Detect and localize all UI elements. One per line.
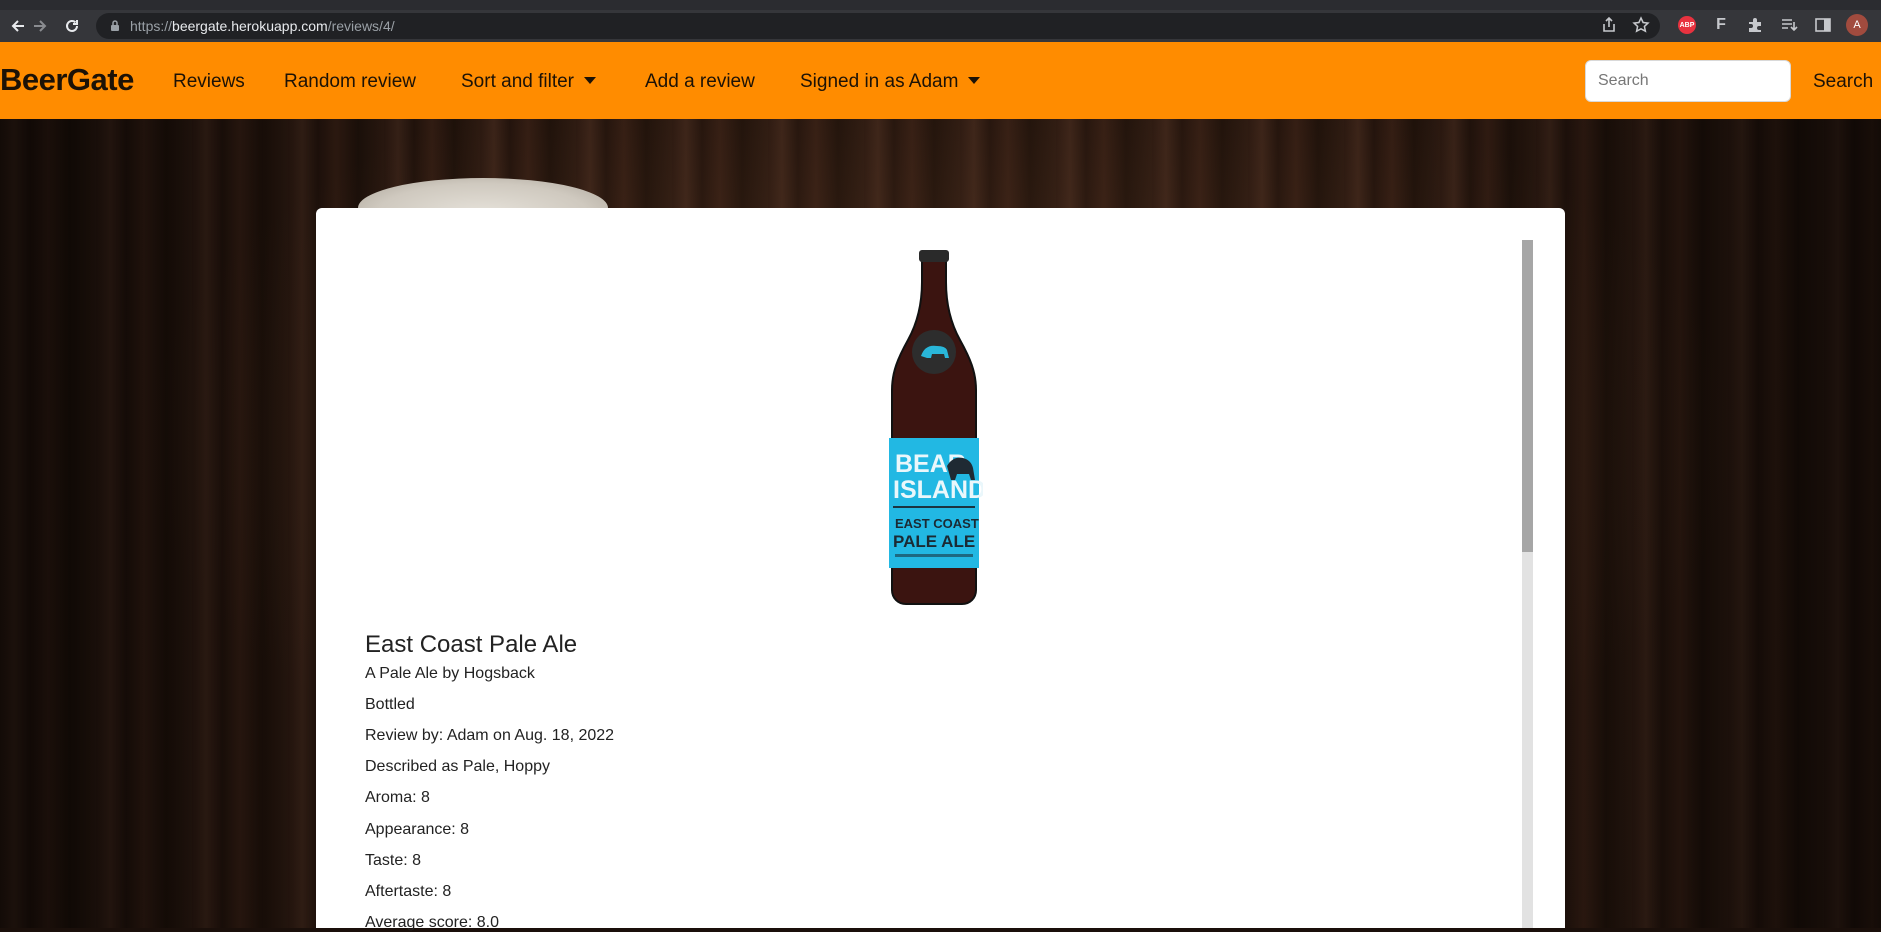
nav-user-menu[interactable]: Signed in as Adam: [800, 71, 981, 93]
description-line: Described as Pale, Hoppy: [365, 758, 550, 775]
chevron-down-icon: [968, 77, 981, 84]
beer-style-brewery: A Pale Ale by Hogsback: [365, 665, 535, 682]
forward-icon[interactable]: [22, 10, 58, 42]
bookmark-star-icon[interactable]: [1632, 16, 1650, 34]
svg-text:ISLAND: ISLAND: [893, 476, 983, 504]
chevron-down-icon: [584, 77, 596, 84]
search-button[interactable]: Search: [1813, 71, 1873, 93]
aftertaste-score: Aftertaste: 8: [365, 883, 452, 900]
side-panel-icon[interactable]: [1812, 14, 1834, 36]
nav-sort-and-filter[interactable]: Sort and filter: [461, 71, 596, 93]
f-extension-icon[interactable]: F: [1710, 14, 1732, 36]
beer-bottle-image: BEAR ISLAND EAST COAST PALE ALE: [889, 250, 983, 605]
nav-reviews[interactable]: Reviews: [173, 71, 245, 93]
url-text: https://beergate.herokuapp.com/reviews/4…: [130, 18, 395, 34]
search-input[interactable]: [1585, 60, 1791, 102]
reviewer-line: Review by: Adam on Aug. 18, 2022: [365, 727, 615, 744]
review-title: East Coast Pale Ale: [365, 631, 578, 658]
nav-add-review[interactable]: Add a review: [645, 71, 755, 93]
card-scrollbar-thumb[interactable]: [1522, 240, 1533, 552]
serving-format: Bottled: [365, 696, 415, 713]
average-score: Average score: 8.0: [365, 914, 500, 931]
profile-avatar[interactable]: A: [1846, 14, 1868, 36]
aroma-score: Aroma: 8: [365, 789, 430, 806]
nav-random-review[interactable]: Random review: [284, 71, 416, 93]
taste-score: Taste: 8: [365, 852, 422, 869]
brand-logo[interactable]: BeerGate: [0, 62, 134, 98]
site-navbar: BeerGate Reviews Random review Sort and …: [0, 42, 1881, 119]
extensions-puzzle-icon[interactable]: [1744, 14, 1766, 36]
reading-list-icon[interactable]: [1778, 14, 1800, 36]
share-icon[interactable]: [1600, 16, 1618, 34]
browser-tab-strip: [0, 0, 1881, 10]
address-bar[interactable]: https://beergate.herokuapp.com/reviews/4…: [96, 13, 1660, 39]
browser-toolbar: https://beergate.herokuapp.com/reviews/4…: [0, 10, 1881, 42]
reload-icon[interactable]: [54, 10, 90, 42]
lock-icon: [111, 20, 119, 31]
adblock-extension-icon[interactable]: ABP: [1676, 14, 1698, 36]
appearance-score: Appearance: 8: [365, 821, 470, 838]
svg-text:PALE ALE: PALE ALE: [893, 532, 975, 551]
svg-text:EAST COAST: EAST COAST: [895, 516, 979, 531]
